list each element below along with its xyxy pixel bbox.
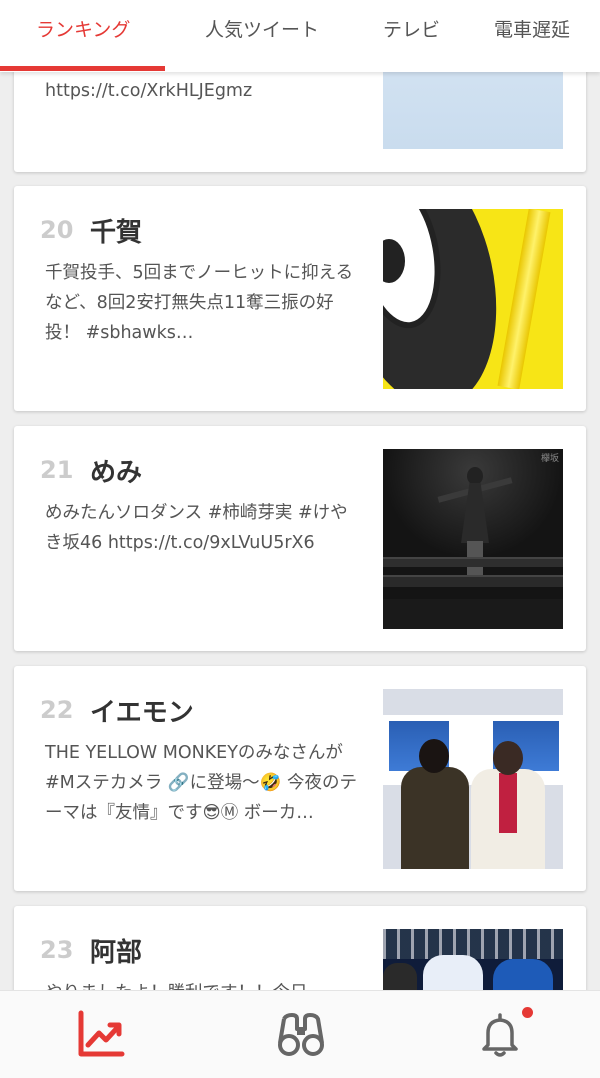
photo-detail bbox=[383, 929, 563, 959]
ranking-card[interactable]: 21 めみ めみたんソロダンス #柿崎芽実 #けやき坂46 https://t.… bbox=[14, 426, 586, 651]
card-snippet: https://t.co/XrkHLJEgmz bbox=[45, 81, 253, 101]
nav-ranking-button[interactable] bbox=[76, 1009, 126, 1059]
notification-badge bbox=[522, 1007, 533, 1018]
band-photo-thumbnail[interactable] bbox=[383, 689, 563, 869]
photo-detail bbox=[383, 963, 417, 990]
photo-detail bbox=[401, 767, 469, 869]
photo-detail bbox=[497, 209, 551, 389]
tab-train-delay[interactable]: 電車遅延 bbox=[494, 0, 570, 72]
stage-dance-photo-thumbnail[interactable]: 欅坂 bbox=[383, 449, 563, 629]
rank-number: 22 bbox=[40, 696, 74, 724]
photo-detail bbox=[383, 575, 563, 587]
card-snippet: やりましたよ！勝利です！！今日 bbox=[45, 978, 360, 990]
trend-keyword[interactable]: イエモン bbox=[90, 692, 194, 729]
photo-detail bbox=[467, 467, 483, 485]
card-snippet: 千賀投手、5回までノーヒットに抑えるなど、8回2安打無失点11奪三振の好投！ #… bbox=[45, 263, 354, 343]
photo-detail bbox=[493, 959, 553, 990]
ranking-card[interactable]: 23 阿部 やりましたよ！勝利です！！今日 bbox=[14, 906, 586, 990]
binoculars-icon bbox=[278, 1013, 324, 1056]
bell-icon bbox=[482, 1013, 518, 1057]
trend-keyword[interactable]: 阿部 bbox=[90, 932, 142, 969]
nav-explore-button[interactable] bbox=[276, 1009, 326, 1059]
cartoon-photo-thumbnail[interactable] bbox=[383, 209, 563, 389]
photo-detail bbox=[493, 741, 523, 775]
card-snippet: めみたんソロダンス #柿崎芽実 #けやき坂46 https://t.co/9xL… bbox=[45, 503, 348, 553]
top-tab-bar: ランキング 人気ツイート テレビ 電車遅延 bbox=[0, 0, 600, 72]
photo-detail bbox=[499, 773, 517, 833]
ranking-card[interactable]: 20 千賀 千賀投手、5回までノーヒットに抑えるなど、8回2安打無失点11奪三振… bbox=[14, 186, 586, 411]
tab-tv[interactable]: テレビ bbox=[383, 0, 440, 72]
rank-number: 20 bbox=[40, 216, 74, 244]
bottom-nav-bar bbox=[0, 990, 600, 1078]
photo-detail bbox=[383, 557, 563, 567]
tab-popular-tweets[interactable]: 人気ツイート bbox=[205, 0, 319, 72]
active-tab-indicator bbox=[0, 66, 165, 71]
trend-keyword[interactable]: 千賀 bbox=[90, 212, 142, 249]
baseball-photo-thumbnail[interactable] bbox=[383, 929, 563, 990]
rank-number: 23 bbox=[40, 936, 74, 964]
rank-number: 21 bbox=[40, 456, 74, 484]
trend-keyword[interactable]: めみ bbox=[90, 452, 142, 489]
tab-ranking[interactable]: ランキング bbox=[36, 0, 130, 72]
ranking-feed[interactable]: https://t.co/XrkHLJEgmz 🙈 20 千賀 千賀投手、5回ま… bbox=[0, 0, 600, 990]
photo-detail bbox=[423, 955, 483, 990]
photo-detail bbox=[419, 739, 449, 773]
ranking-card[interactable]: 22 イエモン THE YELLOW MONKEYのみなさんが #Mステカメラ … bbox=[14, 666, 586, 891]
trending-chart-icon bbox=[78, 1010, 125, 1057]
nav-notifications-button[interactable] bbox=[476, 1007, 533, 1059]
photo-detail bbox=[383, 599, 563, 629]
photo-watermark: 欅坂 bbox=[540, 454, 559, 464]
card-snippet: THE YELLOW MONKEYのみなさんが #Mステカメラ 🔗に登場〜🤣 今… bbox=[45, 743, 357, 823]
